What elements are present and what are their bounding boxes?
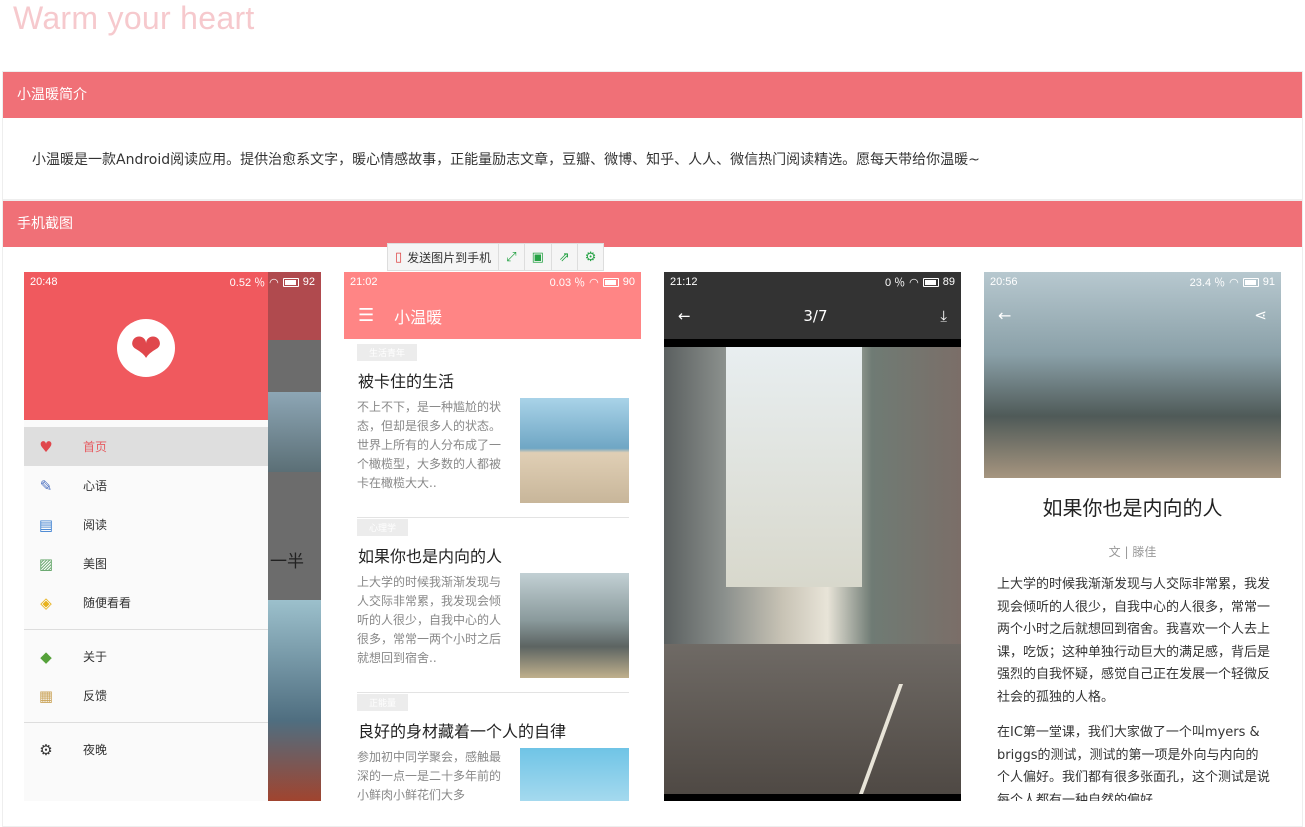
drawer-item-label: 美图	[83, 557, 108, 571]
picture-icon: ▨	[38, 554, 54, 573]
drawer-item[interactable]: ⚙ 夜晚	[24, 730, 268, 769]
drawer-item[interactable]: ▤ 阅读	[24, 505, 268, 544]
battery-level: 90	[622, 276, 635, 288]
app-title: 小温暖	[394, 307, 443, 327]
drawer-item[interactable]: ◆ 关于	[24, 637, 268, 676]
battery-icon	[602, 277, 619, 287]
status-bar: 21:02 0.03 ％ ◠ 90	[344, 272, 641, 292]
drawer-item[interactable]: ▦ 反馈	[24, 676, 268, 715]
battery-level: 92	[302, 276, 315, 288]
back-arrow-icon[interactable]: ←	[678, 307, 691, 325]
article-title: 如果你也是内向的人	[358, 547, 503, 566]
gear-icon[interactable]: ⚙	[578, 244, 604, 270]
status-bar: 21:12 0 ％ ◠ 89	[664, 272, 961, 292]
send-to-phone-button[interactable]: ▯ 发送图片到手机	[388, 244, 500, 270]
article-paragraph: 在IC第一堂课，我们大家做了一个叫myers & briggs的测试，测试的第一…	[997, 725, 1271, 801]
article-title: 被卡住的生活	[358, 372, 455, 391]
tag-icon: ◆	[40, 647, 52, 666]
article-card[interactable]: 心理学 如果你也是内向的人 上大学的时候我渐渐发现与人交际非常累，我发现会倾听的…	[357, 516, 629, 693]
article-author: 文 | 滕佳	[1108, 545, 1157, 559]
download-icon[interactable]: ⤓	[940, 307, 947, 325]
article-excerpt: 参加初中同学聚会，感触最深的一点一是二十多年前的小鲜肉小鲜花们大多	[357, 750, 502, 801]
drawer-item[interactable]: ♥ 首页	[24, 427, 268, 466]
status-speed: 0 ％	[884, 277, 906, 289]
status-time: 20:56	[990, 276, 1018, 288]
city-street-photo	[664, 347, 961, 794]
nav-drawer: 20:48 ❤ ♥ 首页 ✎ 心语 ▤ 阅读 ▨ 美图 ◈ 随便看看 ◆ 关于 ▦ 反馈 ⚙ 夜晚	[24, 272, 268, 801]
screenshot-list: 21:02 0.03 ％ ◠ 90 ☰ 小温暖 生活青年 被卡住的生活 不上不下…	[344, 272, 641, 801]
article-card[interactable]: 生活青年 被卡住的生活 不上不下，是一种尴尬的状态，但却是很多人的状态。世界上所…	[357, 341, 629, 518]
image-action-toolbar: ▯ 发送图片到手机 ⤢ ▣ ⇗ ⚙	[387, 243, 605, 271]
random-icon: ◈	[40, 593, 52, 612]
drawer-item-label: 阅读	[83, 518, 108, 532]
viewer-toolbar: ← 3/7 ⤓	[664, 292, 961, 339]
backdrop-image	[268, 600, 321, 801]
share-icon[interactable]: ⇗	[552, 244, 578, 270]
article-tag: 生活青年	[357, 344, 418, 361]
wifi-icon: ◠	[589, 276, 599, 289]
drawer-item-label: 心语	[83, 479, 108, 493]
drawer-item[interactable]: ✎ 心语	[24, 466, 268, 505]
phone-icon: ▯	[395, 249, 403, 265]
backdrop-text: 一半	[270, 552, 304, 572]
book-icon: ▤	[38, 515, 54, 534]
screenshots-heading: 手机截图	[3, 201, 1302, 247]
status-speed: 0.03 ％	[549, 277, 586, 289]
screenshot-article-detail: 20:56 23.4 ％ ◠ 91 ← ⋖ 如果你也是内向的人 文 | 滕佳 上…	[984, 272, 1281, 801]
drawer-item[interactable]: ▨ 美图	[24, 544, 268, 583]
drawer-item-label: 随便看看	[83, 596, 132, 610]
battery-icon	[282, 277, 299, 287]
screenshot-photo-viewer: 21:12 0 ％ ◠ 89 ← 3/7 ⤓	[664, 272, 961, 801]
status-bar: 20:56 23.4 ％ ◠ 91	[984, 272, 1281, 292]
drawer-backdrop: 一半	[268, 272, 321, 801]
battery-icon	[922, 277, 939, 287]
wifi-icon: ◠	[269, 276, 279, 289]
intro-section: 小温暖简介 小温暖是一款Android阅读应用。提供治愈系文字，暖心情感故事，正…	[2, 71, 1303, 200]
status-time: 21:12	[670, 276, 698, 288]
wifi-icon: ◠	[909, 276, 919, 289]
drawer-item[interactable]: ◈ 随便看看	[24, 583, 268, 622]
drawer-item-label: 首页	[83, 440, 108, 454]
article-title: 如果你也是内向的人	[1042, 496, 1223, 520]
drawer-item-label: 夜晚	[83, 743, 108, 757]
article-title: 良好的身材藏着一个人的自律	[358, 722, 567, 741]
article-excerpt: 上大学的时候我渐渐发现与人交际非常累，我发现会倾听的人很少，自我中心的人很多，常…	[357, 575, 502, 665]
share-icon[interactable]: ⋖	[1254, 306, 1267, 324]
drawer-item-label: 反馈	[83, 689, 108, 703]
brand-title: Warm your heart	[13, 0, 255, 36]
battery-icon	[1242, 277, 1259, 287]
bag-icon: ▦	[38, 686, 54, 705]
battery-level: 89	[942, 276, 955, 288]
app-toolbar: ☰ 小温暖	[344, 292, 641, 339]
article-paragraph: 上大学的时候我渐渐发现与人交际非常累，我发现会倾听的人很少，自我中心的人很多，常…	[997, 577, 1271, 705]
battery-level: 91	[1262, 276, 1275, 288]
intro-heading: 小温暖简介	[3, 72, 1302, 118]
screenshot-drawer: 一半 20:48 ❤ ♥ 首页 ✎ 心语 ▤ 阅读 ▨ 美图 ◈ 随便看看 ◆ 关于 ▦ 反馈 ⚙ 夜晚 …	[24, 272, 321, 801]
send-to-phone-label: 发送图片到手机	[407, 250, 492, 265]
wifi-icon: ◠	[1229, 276, 1239, 289]
heart-icon: ♥	[39, 437, 53, 456]
article-card[interactable]: 正能量 良好的身材藏着一个人的自律 参加初中同学聚会，感触最深的一点一是二十多年…	[357, 691, 629, 801]
article-thumbnail	[520, 398, 629, 503]
status-speed: 23.4 ％	[1189, 277, 1226, 289]
gear-icon: ⚙	[39, 740, 53, 759]
app-logo-heart-icon: ❤	[117, 319, 175, 377]
intro-text: 小温暖是一款Android阅读应用。提供治愈系文字，暖心情感故事，正能量励志文章…	[32, 152, 980, 168]
status-speed: 0.52 ％	[229, 277, 266, 289]
fullscreen-icon[interactable]: ⤢	[499, 244, 525, 270]
article-excerpt: 不上不下，是一种尴尬的状态，但却是很多人的状态。世界上所有的人分布成了一个橄榄型…	[357, 400, 502, 490]
save-icon[interactable]: ▣	[525, 244, 552, 270]
drawer-item-label: 关于	[83, 650, 108, 664]
pen-icon: ✎	[39, 476, 53, 495]
article-tag: 心理学	[357, 519, 409, 536]
article-thumbnail	[520, 573, 629, 678]
status-time: 21:02	[350, 276, 378, 288]
photo-counter: 3/7	[803, 306, 828, 325]
article-thumbnail	[520, 748, 629, 801]
menu-icon[interactable]: ☰	[358, 305, 374, 326]
backdrop-image	[268, 392, 321, 472]
article-tag: 正能量	[357, 694, 409, 711]
train-station-photo	[984, 272, 1281, 478]
back-arrow-icon[interactable]: ←	[998, 306, 1011, 325]
